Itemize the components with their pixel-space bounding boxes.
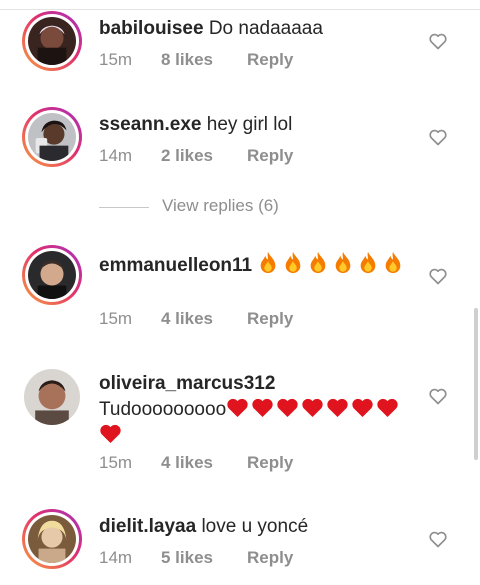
top-divider xyxy=(0,0,480,10)
comment-likes-count[interactable]: 8 likes xyxy=(161,50,247,70)
comment-timestamp: 15m xyxy=(99,453,133,472)
view-replies-label[interactable]: View replies (6) xyxy=(162,196,279,216)
comment-timestamp: 14m xyxy=(99,548,133,567)
comment-text: love u yoncé xyxy=(201,516,309,537)
comment-username[interactable]: babilouisee xyxy=(99,18,204,39)
fire-emoji xyxy=(336,252,351,274)
reply-button[interactable]: Reply xyxy=(247,50,293,70)
heart-outline-icon[interactable] xyxy=(428,529,448,549)
comment-likes-count[interactable]: 4 likes xyxy=(161,453,247,473)
fire-emoji-group xyxy=(257,252,407,276)
fire-emoji xyxy=(386,252,401,274)
comment-text-block: Tudooooooooo xyxy=(99,397,409,449)
red-heart-emoji xyxy=(327,398,348,418)
red-heart-emoji xyxy=(352,398,373,418)
view-replies-line xyxy=(99,207,149,208)
comment-username[interactable]: oliveira_marcus312 xyxy=(99,373,275,394)
red-heart-emoji xyxy=(100,424,121,444)
fire-emoji xyxy=(261,252,276,274)
red-heart-emoji xyxy=(377,398,398,418)
heart-outline-icon[interactable] xyxy=(428,266,448,286)
avatar-babilouisee[interactable] xyxy=(22,11,82,71)
comment-likes-count[interactable]: 4 likes xyxy=(161,309,247,329)
red-heart-emoji xyxy=(302,398,323,418)
comment-username[interactable]: dielit.layaa xyxy=(99,516,196,537)
comment-likes-count[interactable]: 5 likes xyxy=(161,548,247,568)
heart-outline-icon[interactable] xyxy=(428,31,448,51)
fire-emoji xyxy=(311,252,326,274)
red-heart-emoji xyxy=(252,398,273,418)
avatar-oliveira-marcus312[interactable] xyxy=(24,369,80,425)
comment-timestamp: 15m xyxy=(99,309,133,328)
red-heart-emoji xyxy=(277,398,298,418)
avatar-sseann-exe[interactable] xyxy=(22,107,82,167)
scrollbar[interactable] xyxy=(474,308,478,460)
comment-text-block: emmanuelleon11 xyxy=(99,251,409,279)
reply-button[interactable]: Reply xyxy=(247,309,293,329)
heart-outline-icon[interactable] xyxy=(428,386,448,406)
comment-timestamp: 14m xyxy=(99,146,133,165)
comment-text: Tudooooooooo xyxy=(99,399,227,420)
heart-outline-icon[interactable] xyxy=(428,127,448,147)
comment-username[interactable]: emmanuelleon11 xyxy=(99,255,252,276)
comment-username[interactable]: sseann.exe xyxy=(99,114,201,135)
comment-likes-count[interactable]: 2 likes xyxy=(161,146,247,166)
fire-emoji xyxy=(361,252,376,274)
avatar-dielit-layaa[interactable] xyxy=(22,509,82,569)
comment-text: hey girl lol xyxy=(206,114,293,135)
avatar-emmanuelleon11[interactable] xyxy=(22,245,82,305)
reply-button[interactable]: Reply xyxy=(247,453,293,473)
reply-button[interactable]: Reply xyxy=(247,146,293,166)
comment-timestamp: 15m xyxy=(99,50,133,69)
reply-button[interactable]: Reply xyxy=(247,548,293,568)
red-heart-emoji xyxy=(227,398,248,418)
fire-emoji xyxy=(286,252,301,274)
comment-text: Do nadaaaaa xyxy=(208,18,323,39)
